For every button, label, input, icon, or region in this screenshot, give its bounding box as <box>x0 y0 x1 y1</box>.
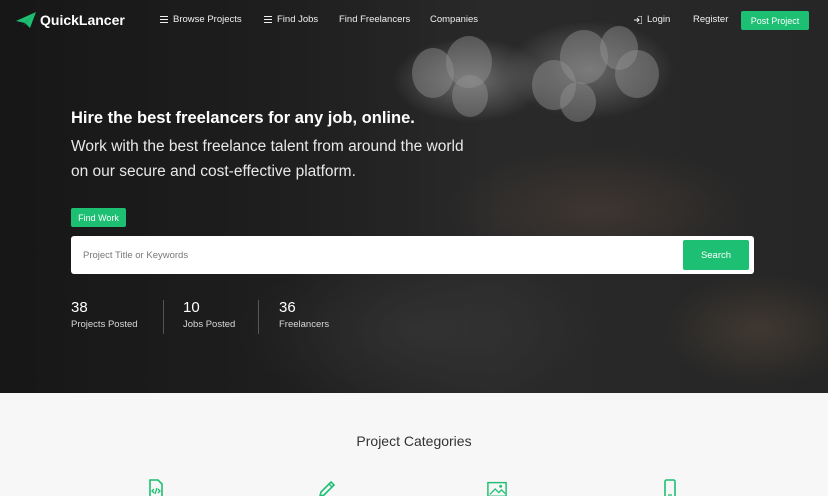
nav-companies-label: Companies <box>430 14 479 25</box>
nav-find-jobs-label: Find Jobs <box>277 14 319 25</box>
hero-overlay <box>0 0 828 393</box>
stat-value: 10 <box>183 299 200 316</box>
brand-logo[interactable]: QuickLancer <box>16 12 125 28</box>
nav-find-freelancers-label: Find Freelancers <box>339 14 411 25</box>
nav-browse-projects[interactable]: Browse Projects <box>160 14 242 25</box>
nav-register-label: Register <box>693 14 729 25</box>
nav-register[interactable]: Register <box>693 14 728 25</box>
section-title: Project Categories <box>356 433 472 449</box>
paper-plane-icon <box>16 12 36 28</box>
find-work-button[interactable]: Find Work <box>71 208 126 227</box>
stat-projects-posted: 38 Projects Posted <box>71 300 138 334</box>
nav-login-label: Login <box>647 14 671 25</box>
stat-value: 38 <box>71 299 88 316</box>
stat-freelancers: 36 Freelancers <box>279 300 329 334</box>
login-icon <box>634 15 642 24</box>
search-button[interactable]: Search <box>683 240 749 270</box>
list-icon <box>160 16 168 23</box>
top-navbar: QuickLancer Browse Projects Find Jobs Fi… <box>0 0 828 42</box>
project-categories-section: Project Categories <box>0 393 828 496</box>
nav-companies[interactable]: Companies <box>430 14 478 25</box>
image-icon[interactable] <box>487 479 507 496</box>
hero-section <box>0 0 828 393</box>
nav-find-jobs[interactable]: Find Jobs <box>264 14 318 25</box>
stat-value: 36 <box>279 299 296 316</box>
mobile-icon[interactable] <box>660 479 680 496</box>
post-project-button[interactable]: Post Project <box>741 11 809 30</box>
hero-headline: Hire the best freelancers for any job, o… <box>71 109 415 127</box>
pencil-icon[interactable] <box>317 479 337 496</box>
stat-label: Freelancers <box>279 319 330 330</box>
nav-browse-projects-label: Browse Projects <box>173 14 242 25</box>
nav-login[interactable]: Login <box>634 14 670 25</box>
list-icon <box>264 16 272 23</box>
stat-divider <box>163 300 164 334</box>
search-bar <box>71 236 754 274</box>
stat-jobs-posted: 10 Jobs Posted <box>183 300 235 334</box>
brand-name: QuickLancer <box>40 12 125 28</box>
search-input[interactable] <box>83 243 663 267</box>
nav-find-freelancers[interactable]: Find Freelancers <box>339 14 410 25</box>
stat-divider <box>258 300 259 334</box>
stat-label: Jobs Posted <box>183 319 236 330</box>
stat-label: Projects Posted <box>71 319 138 330</box>
hero-subline: Work with the best freelance talent from… <box>71 138 464 180</box>
code-file-icon[interactable] <box>146 479 166 496</box>
